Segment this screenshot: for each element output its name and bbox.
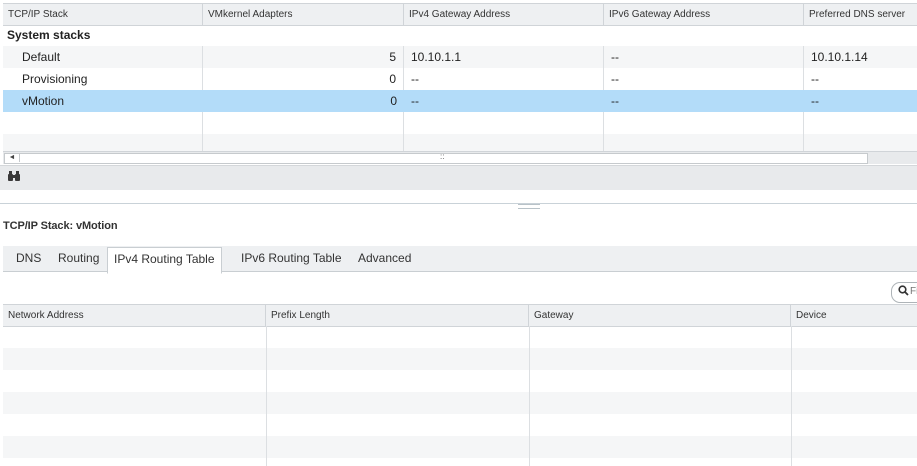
ipv6-gateway: -- bbox=[604, 68, 804, 90]
scrollbar-thumb[interactable] bbox=[4, 153, 868, 164]
filter-input[interactable] bbox=[910, 285, 917, 298]
column-header-network-address[interactable]: Network Address bbox=[3, 305, 266, 326]
horizontal-scrollbar[interactable]: ◄ :: bbox=[3, 151, 917, 164]
ipv6-gateway: -- bbox=[604, 46, 804, 68]
ipv6-gateway: -- bbox=[611, 94, 619, 108]
empty-row bbox=[3, 392, 917, 414]
column-header-prefix-length[interactable]: Prefix Length bbox=[266, 305, 529, 326]
tab-ipv4-routing-table[interactable]: IPv4 Routing Table bbox=[107, 247, 222, 274]
table-row-selected[interactable]: vMotion 0 -- -- -- bbox=[3, 90, 917, 112]
tab-ipv6-routing-table[interactable]: IPv6 Routing Table bbox=[235, 246, 348, 271]
tab-advanced[interactable]: Advanced bbox=[352, 246, 417, 271]
adapter-count: 0 bbox=[203, 68, 404, 90]
detail-tabs: DNS Routing IPv4 Routing Table IPv6 Rout… bbox=[3, 246, 917, 274]
column-divider bbox=[529, 326, 530, 466]
empty-row bbox=[3, 348, 917, 370]
grid-header: TCP/IP Stack VMkernel Adapters IPv4 Gate… bbox=[3, 3, 917, 26]
adapter-count: 0 bbox=[390, 94, 397, 108]
table-row[interactable]: Default 5 10.10.1.1 -- 10.10.1.14 bbox=[3, 46, 917, 68]
column-header-vmkernel-adapters[interactable]: VMkernel Adapters bbox=[203, 4, 404, 25]
binoculars-icon[interactable] bbox=[7, 170, 21, 185]
ipv4-gateway: -- bbox=[404, 68, 604, 90]
tcpip-stacks-grid: TCP/IP Stack VMkernel Adapters IPv4 Gate… bbox=[3, 3, 917, 165]
column-header-device[interactable]: Device bbox=[791, 305, 917, 326]
stack-name: vMotion bbox=[22, 94, 65, 108]
find-toolbar bbox=[0, 165, 917, 190]
grid-header: Network Address Prefix Length Gateway De… bbox=[3, 304, 917, 327]
splitter-grip-icon[interactable] bbox=[518, 204, 540, 209]
adapter-count: 5 bbox=[203, 46, 404, 68]
preferred-dns: -- bbox=[811, 72, 819, 86]
column-divider bbox=[266, 326, 267, 466]
empty-row bbox=[3, 134, 917, 151]
preferred-dns: -- bbox=[811, 94, 819, 108]
pane-splitter[interactable] bbox=[0, 203, 917, 209]
empty-row bbox=[3, 112, 917, 134]
group-label: System stacks bbox=[7, 28, 91, 42]
search-icon bbox=[898, 285, 909, 299]
group-row-system-stacks[interactable]: System stacks bbox=[3, 24, 917, 46]
column-header-preferred-dns[interactable]: Preferred DNS server bbox=[804, 4, 917, 25]
ipv4-gateway: 10.10.1.1 bbox=[404, 46, 604, 68]
table-row[interactable]: Provisioning 0 -- -- -- bbox=[3, 68, 917, 90]
empty-row bbox=[3, 326, 917, 348]
ipv4-routing-table-grid: Network Address Prefix Length Gateway De… bbox=[3, 304, 917, 466]
column-divider bbox=[791, 326, 792, 466]
tab-dns[interactable]: DNS bbox=[10, 246, 47, 271]
ipv4-gateway: -- bbox=[411, 94, 419, 108]
column-header-gateway[interactable]: Gateway bbox=[529, 305, 791, 326]
tab-routing[interactable]: Routing bbox=[52, 246, 105, 271]
column-header-ipv4-gateway[interactable]: IPv4 Gateway Address bbox=[404, 4, 604, 25]
empty-row bbox=[3, 414, 917, 436]
scrollbar-grip-icon: :: bbox=[440, 152, 445, 161]
empty-row bbox=[3, 436, 917, 458]
empty-row bbox=[3, 370, 917, 392]
stack-name: Default bbox=[3, 46, 203, 68]
detail-title: TCP/IP Stack: vMotion bbox=[3, 220, 118, 232]
empty-row bbox=[3, 458, 917, 466]
column-header-ipv6-gateway[interactable]: IPv6 Gateway Address bbox=[604, 4, 804, 25]
filter-search-box[interactable] bbox=[891, 282, 917, 303]
preferred-dns: 10.10.1.14 bbox=[811, 50, 868, 64]
stack-name: Provisioning bbox=[3, 68, 203, 90]
scroll-left-arrow-icon[interactable]: ◄ bbox=[5, 153, 20, 162]
column-header-tcpip-stack[interactable]: TCP/IP Stack bbox=[3, 4, 203, 25]
